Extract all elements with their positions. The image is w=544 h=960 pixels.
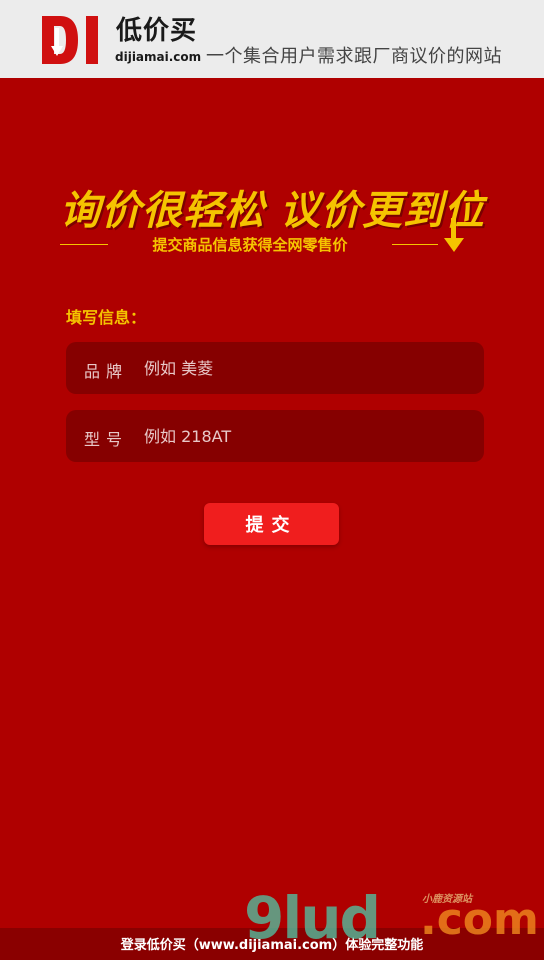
model-field[interactable]: 型号 <box>66 410 484 462</box>
form-section-label: 填写信息： <box>66 308 147 327</box>
app-header: 低价买 dijiamai.com 一个集合用户需求跟厂商议价的网站 <box>0 0 544 78</box>
watermark: 9lud .com 小鹿资源站 <box>244 884 539 960</box>
hero-title: 询价很轻松 议价更到位 <box>60 188 485 234</box>
hero-subtitle: 提交商品信息获得全网零售价 <box>152 236 348 254</box>
brand-field[interactable]: 品牌 <box>66 342 484 394</box>
down-arrow-icon <box>444 218 464 252</box>
brand-input[interactable] <box>144 350 464 386</box>
model-input[interactable] <box>144 418 464 454</box>
watermark-small-text: 小鹿资源站 <box>422 894 472 905</box>
brand-domain: dijiamai.com <box>115 50 202 64</box>
site-tagline: 一个集合用户需求跟厂商议价的网站 <box>206 46 502 67</box>
hero-divider-left <box>60 244 108 245</box>
watermark-main: 9lud <box>244 884 381 952</box>
brand-name: 低价买 <box>116 16 198 46</box>
brand-field-label: 品牌 <box>84 362 129 381</box>
hero-divider-right <box>392 244 438 245</box>
submit-button[interactable]: 提交 <box>204 503 339 545</box>
model-field-label: 型号 <box>84 430 129 449</box>
dijiamai-logo-icon[interactable] <box>40 14 104 66</box>
